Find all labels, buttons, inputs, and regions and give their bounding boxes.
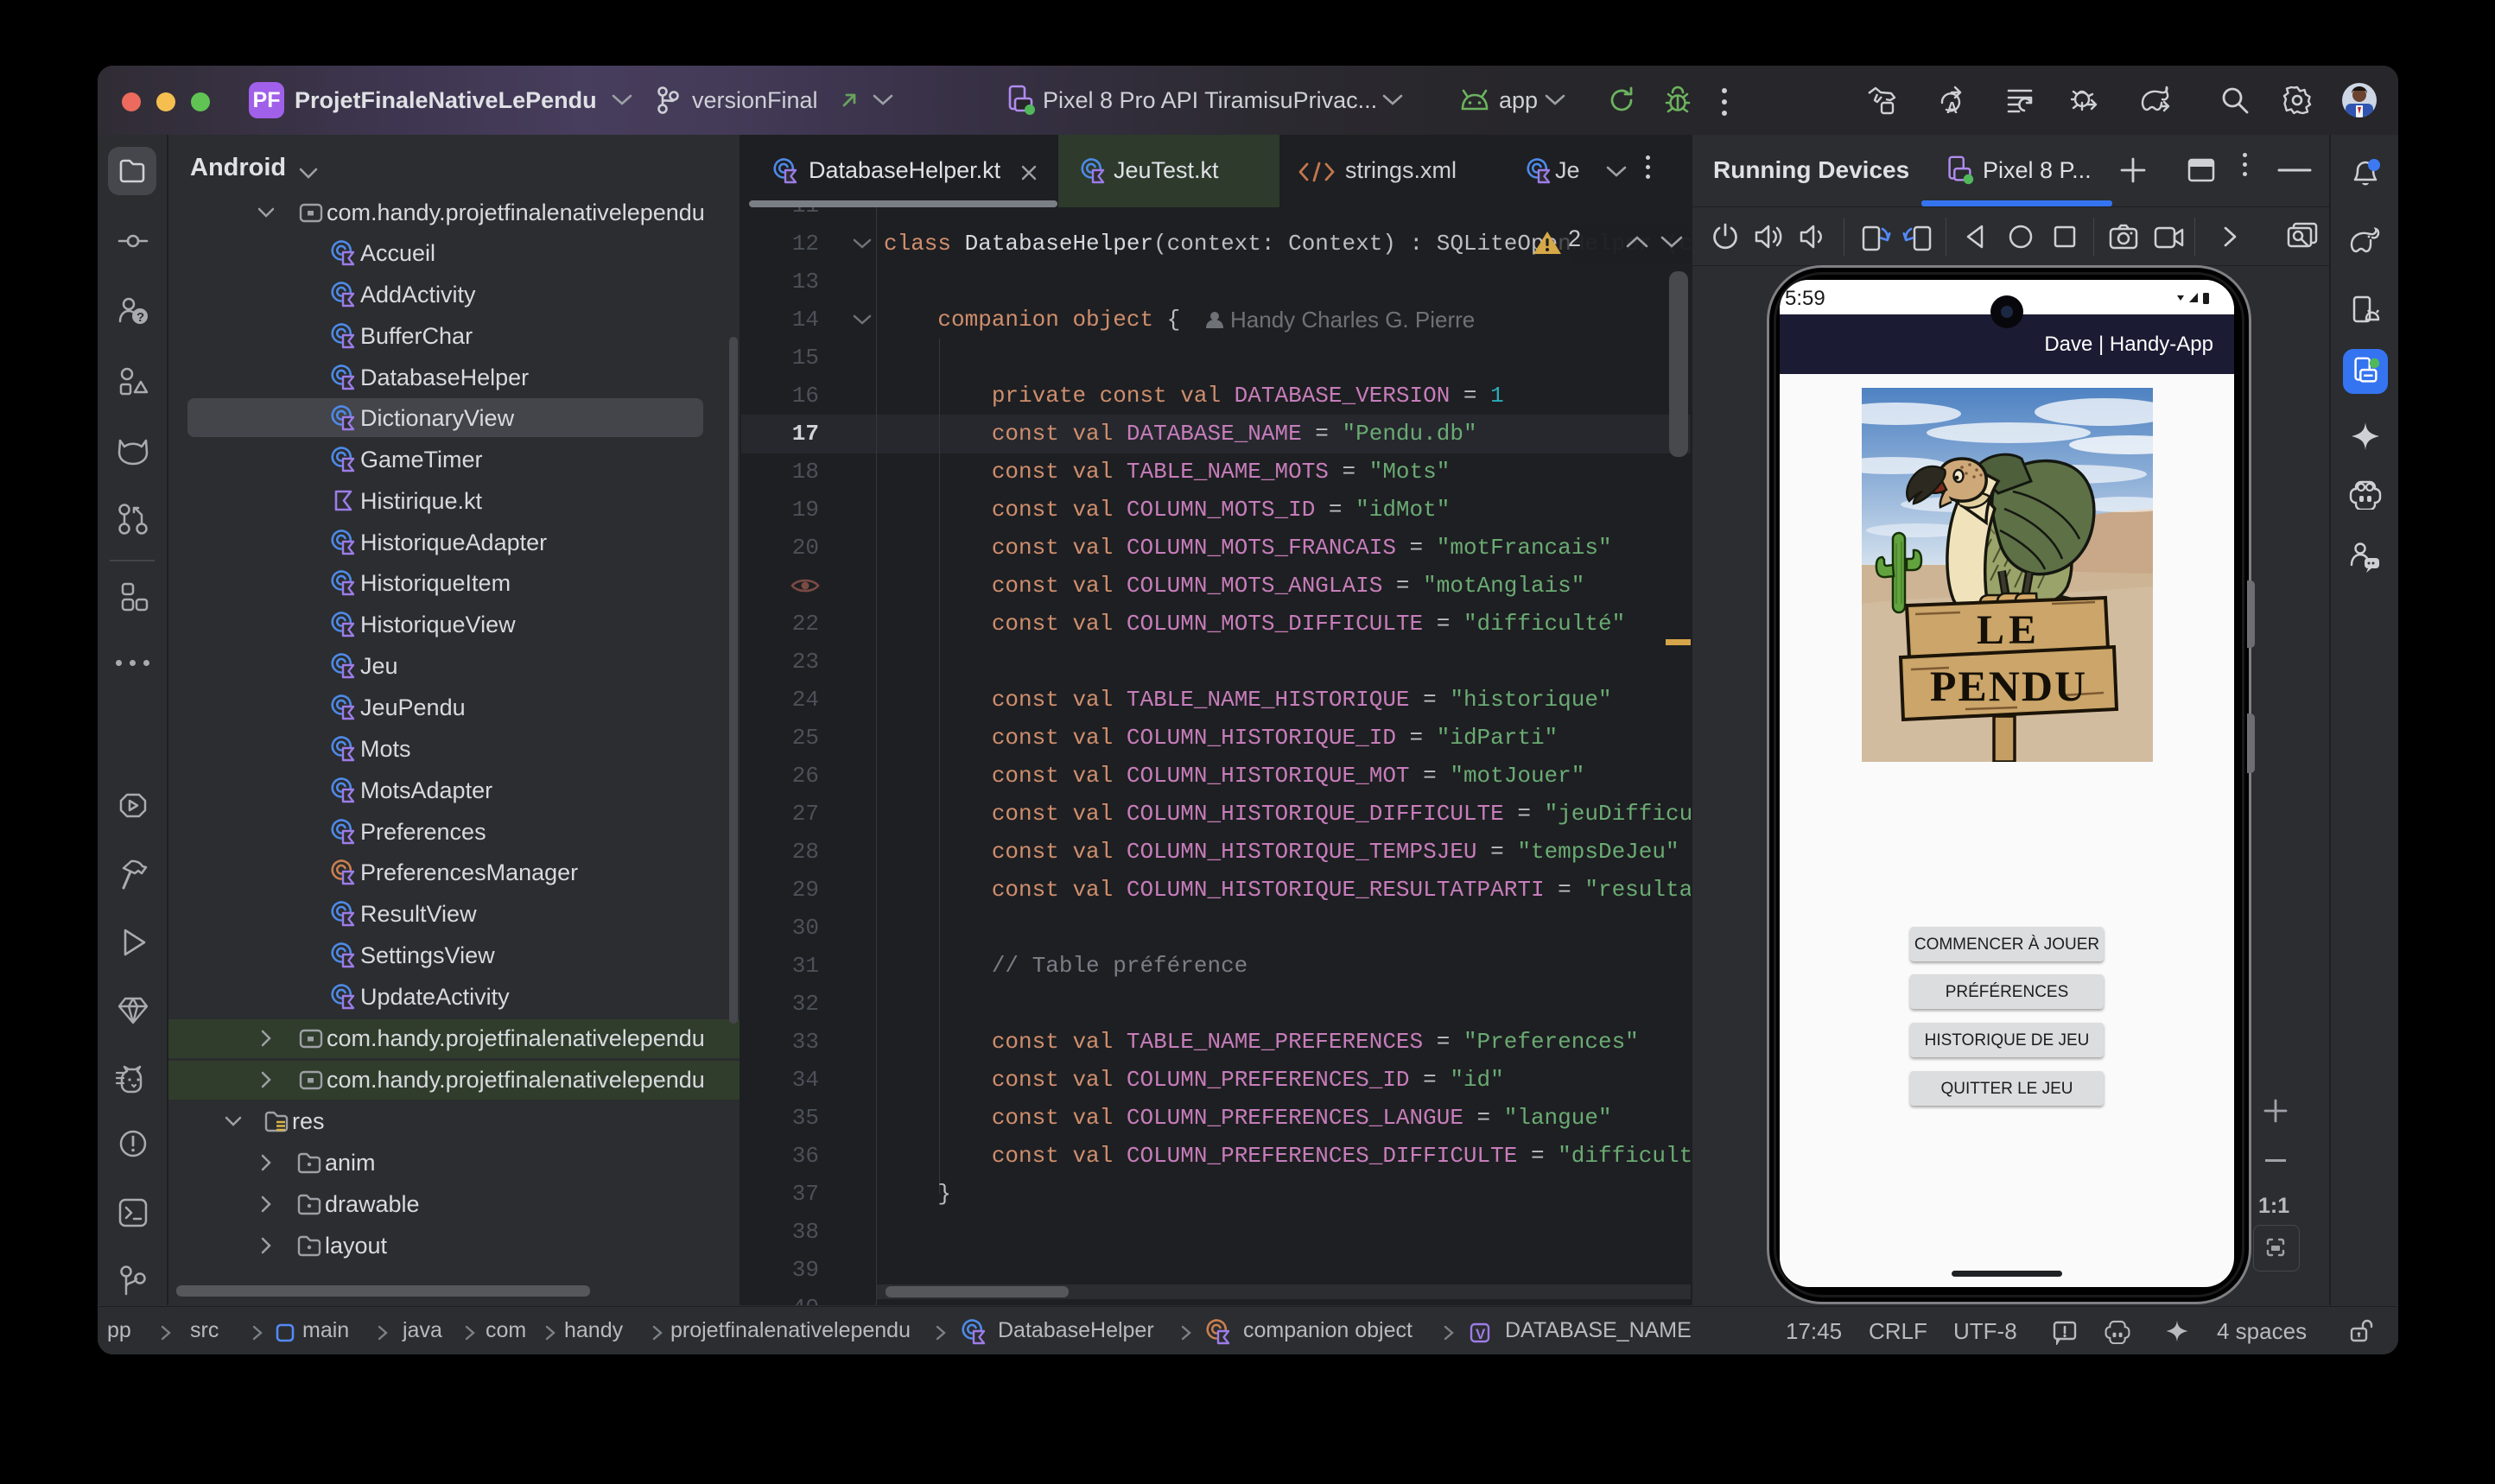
svg-text:A: A — [1946, 99, 1958, 117]
svg-text:?: ? — [136, 310, 144, 325]
svg-text:LE: LE — [1977, 607, 2041, 653]
svg-text:PENDU: PENDU — [1930, 662, 2087, 710]
svg-text:V: V — [1476, 1326, 1486, 1342]
